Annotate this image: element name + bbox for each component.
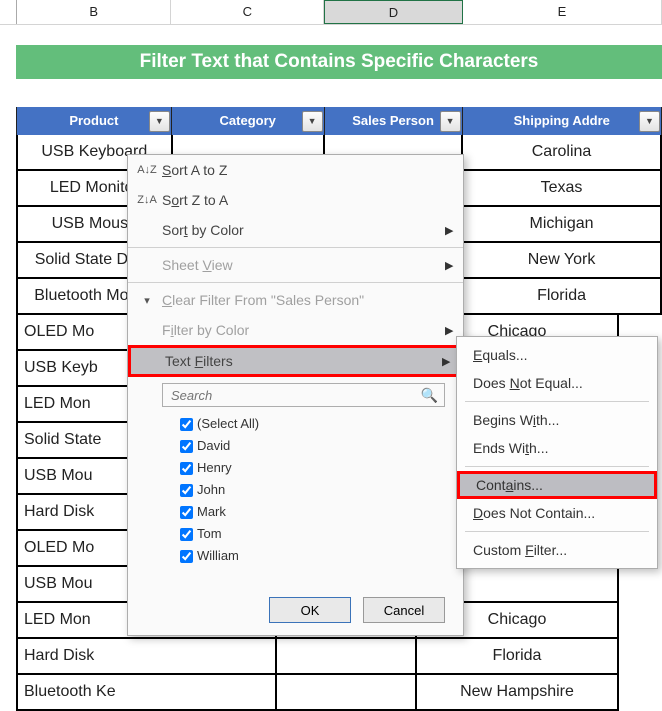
search-field[interactable]	[169, 387, 421, 404]
filter-dropdown-ship[interactable]: ▼	[639, 111, 660, 132]
checkbox[interactable]	[180, 418, 193, 431]
col-header-e[interactable]: E	[463, 0, 662, 24]
cell-product[interactable]: USB Mou	[16, 567, 122, 603]
checkbox[interactable]	[180, 484, 193, 497]
cell-ship[interactable]: New York	[463, 243, 662, 279]
cell-product[interactable]: USB Mou	[16, 459, 122, 495]
filter-search-input[interactable]: 🔍	[162, 383, 445, 407]
cell-product[interactable]: LED Mon	[16, 387, 122, 423]
cell-product[interactable]: LED Mon	[16, 603, 122, 639]
sort-by-color[interactable]: Sort by Color ▶	[128, 215, 463, 245]
title-banner: Filter Text that Contains Specific Chara…	[16, 45, 662, 79]
ok-button[interactable]: OK	[269, 597, 351, 623]
checkbox[interactable]	[180, 462, 193, 475]
header-product[interactable]: Product ▼	[16, 107, 172, 135]
cell-sales[interactable]	[277, 639, 417, 675]
header-sales[interactable]: Sales Person ▼	[325, 107, 463, 135]
filter-ends-with[interactable]: Ends With...	[457, 434, 657, 462]
sort-za-icon: Z↓A	[132, 194, 162, 206]
checkbox[interactable]	[180, 440, 193, 453]
filter-check-item[interactable]: David	[176, 435, 445, 457]
sort-az-icon: A↓Z	[132, 164, 162, 176]
autofilter-menu: A↓Z Sort A to Z Z↓A Sort Z to A Sort by …	[127, 154, 464, 636]
col-header-d[interactable]: D	[324, 0, 463, 24]
cell-ship[interactable]: Texas	[463, 171, 662, 207]
header-category[interactable]: Category ▼	[172, 107, 325, 135]
funnel-icon: ▾	[132, 294, 162, 307]
filter-not-equal[interactable]: Does Not Equal...	[457, 369, 657, 397]
filter-dropdown-sales[interactable]: ▼	[440, 111, 461, 132]
filter-contains[interactable]: Contains...	[457, 471, 657, 499]
cell-category[interactable]	[122, 639, 277, 675]
filter-check-item[interactable]: (Select All)	[176, 413, 445, 435]
cell-product[interactable]: OLED Mo	[16, 315, 122, 351]
header-category-label: Category	[220, 113, 276, 128]
header-ship[interactable]: Shipping Addre ▼	[463, 107, 662, 135]
cell-ship[interactable]: Michigan	[463, 207, 662, 243]
filter-check-item[interactable]: Henry	[176, 457, 445, 479]
filter-custom[interactable]: Custom Filter...	[457, 536, 657, 564]
cell-product[interactable]: OLED Mo	[16, 531, 122, 567]
cell-product[interactable]: Solid State	[16, 423, 122, 459]
cell-ship[interactable]: Florida	[463, 279, 662, 315]
sort-za[interactable]: Z↓A Sort Z to A	[128, 185, 463, 215]
cell-product[interactable]: Bluetooth Ke	[16, 675, 122, 711]
filter-by-color: Filter by Color ▶	[128, 315, 463, 345]
filter-dropdown-product[interactable]: ▼	[149, 111, 170, 132]
filter-check-item[interactable]: Mark	[176, 501, 445, 523]
filter-value-list[interactable]: (Select All)DavidHenryJohnMarkTomWilliam	[176, 413, 445, 567]
sort-az[interactable]: A↓Z Sort A to Z	[128, 155, 463, 185]
cell-ship[interactable]: Carolina	[463, 135, 662, 171]
cancel-button[interactable]: Cancel	[363, 597, 445, 623]
col-header-c[interactable]: C	[171, 0, 324, 24]
clear-filter: ▾ Clear Filter From "Sales Person"	[128, 285, 463, 315]
checkbox[interactable]	[180, 550, 193, 563]
header-sales-label: Sales Person	[352, 113, 434, 128]
filter-begins-with[interactable]: Begins With...	[457, 406, 657, 434]
cell-product[interactable]: Hard Disk	[16, 495, 122, 531]
cell-category[interactable]	[122, 675, 277, 711]
col-header-b[interactable]: B	[17, 0, 172, 24]
filter-equals[interactable]: Equals...	[457, 341, 657, 369]
header-ship-label: Shipping Addre	[514, 113, 610, 128]
chevron-right-icon: ▶	[445, 224, 463, 237]
filter-dropdown-category[interactable]: ▼	[302, 111, 323, 132]
filter-check-item[interactable]: John	[176, 479, 445, 501]
filter-not-contain[interactable]: Does Not Contain...	[457, 499, 657, 527]
checkbox[interactable]	[180, 528, 193, 541]
checkbox[interactable]	[180, 506, 193, 519]
cell-product[interactable]: Hard Disk	[16, 639, 122, 675]
row-gutter	[0, 0, 17, 24]
search-icon: 🔍	[421, 387, 438, 404]
sheet-view: Sheet View ▶	[128, 250, 463, 280]
cell-ship[interactable]: Florida	[417, 639, 619, 675]
text-filters-submenu: Equals... Does Not Equal... Begins With.…	[456, 336, 658, 569]
filter-check-item[interactable]: William	[176, 545, 445, 567]
cell-product[interactable]: USB Keyb	[16, 351, 122, 387]
cell-ship[interactable]: New Hampshire	[417, 675, 619, 711]
text-filters[interactable]: Text Filters ▶	[128, 345, 463, 377]
cell-sales[interactable]	[277, 675, 417, 711]
header-product-label: Product	[69, 113, 118, 128]
filter-check-item[interactable]: Tom	[176, 523, 445, 545]
